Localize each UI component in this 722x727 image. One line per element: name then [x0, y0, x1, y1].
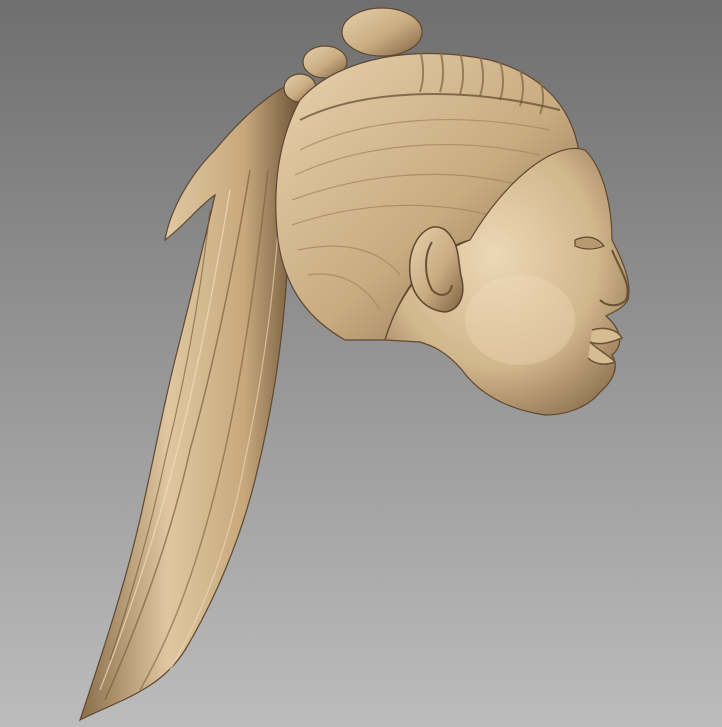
- render-viewport: [0, 0, 722, 727]
- relief-render: [0, 0, 722, 727]
